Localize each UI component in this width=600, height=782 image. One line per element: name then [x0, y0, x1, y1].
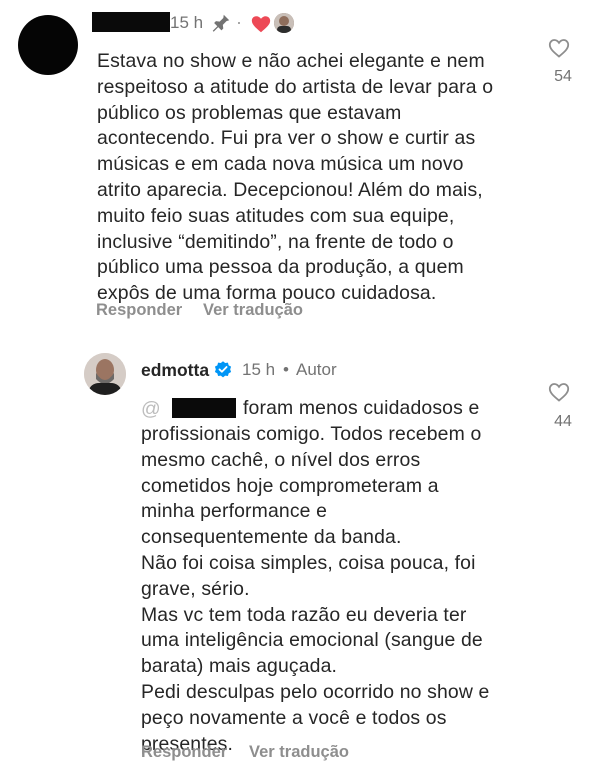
- comment-time: 15 h: [170, 13, 204, 32]
- reply-button[interactable]: Responder: [96, 301, 182, 320]
- author-avatar[interactable]: [84, 353, 126, 395]
- creator-avatar-mini: [274, 13, 294, 33]
- reply-text-first-line: foram menos cuidadosos e: [243, 397, 480, 419]
- see-translation-button[interactable]: Ver tradução: [249, 743, 349, 762]
- redacted-username[interactable]: [92, 12, 170, 32]
- redacted-mention[interactable]: [172, 398, 236, 418]
- pin-icon: [212, 14, 230, 32]
- separator-dot: •: [283, 360, 289, 379]
- separator-dot: ·: [236, 12, 242, 32]
- author-username[interactable]: edmotta: [141, 360, 209, 381]
- heart-outline-icon[interactable]: [546, 36, 572, 60]
- verified-badge-icon: [214, 361, 232, 378]
- like-count: 54: [554, 68, 572, 85]
- like-count: 44: [554, 413, 572, 430]
- see-translation-button[interactable]: Ver tradução: [203, 301, 303, 320]
- commenter-avatar[interactable]: [18, 15, 78, 75]
- mention-prefix: @: [141, 398, 161, 420]
- reply-text: profissionais comigo. Todos recebem o me…: [141, 423, 490, 755]
- heart-outline-icon[interactable]: [546, 380, 572, 404]
- comment-text: Estava no show e não achei elegante e ne…: [97, 50, 494, 305]
- reply-button[interactable]: Responder: [141, 743, 227, 762]
- author-label: Autor: [296, 360, 337, 379]
- liked-by-creator-heart-icon: [251, 16, 271, 33]
- comment-time: 15 h: [242, 360, 276, 379]
